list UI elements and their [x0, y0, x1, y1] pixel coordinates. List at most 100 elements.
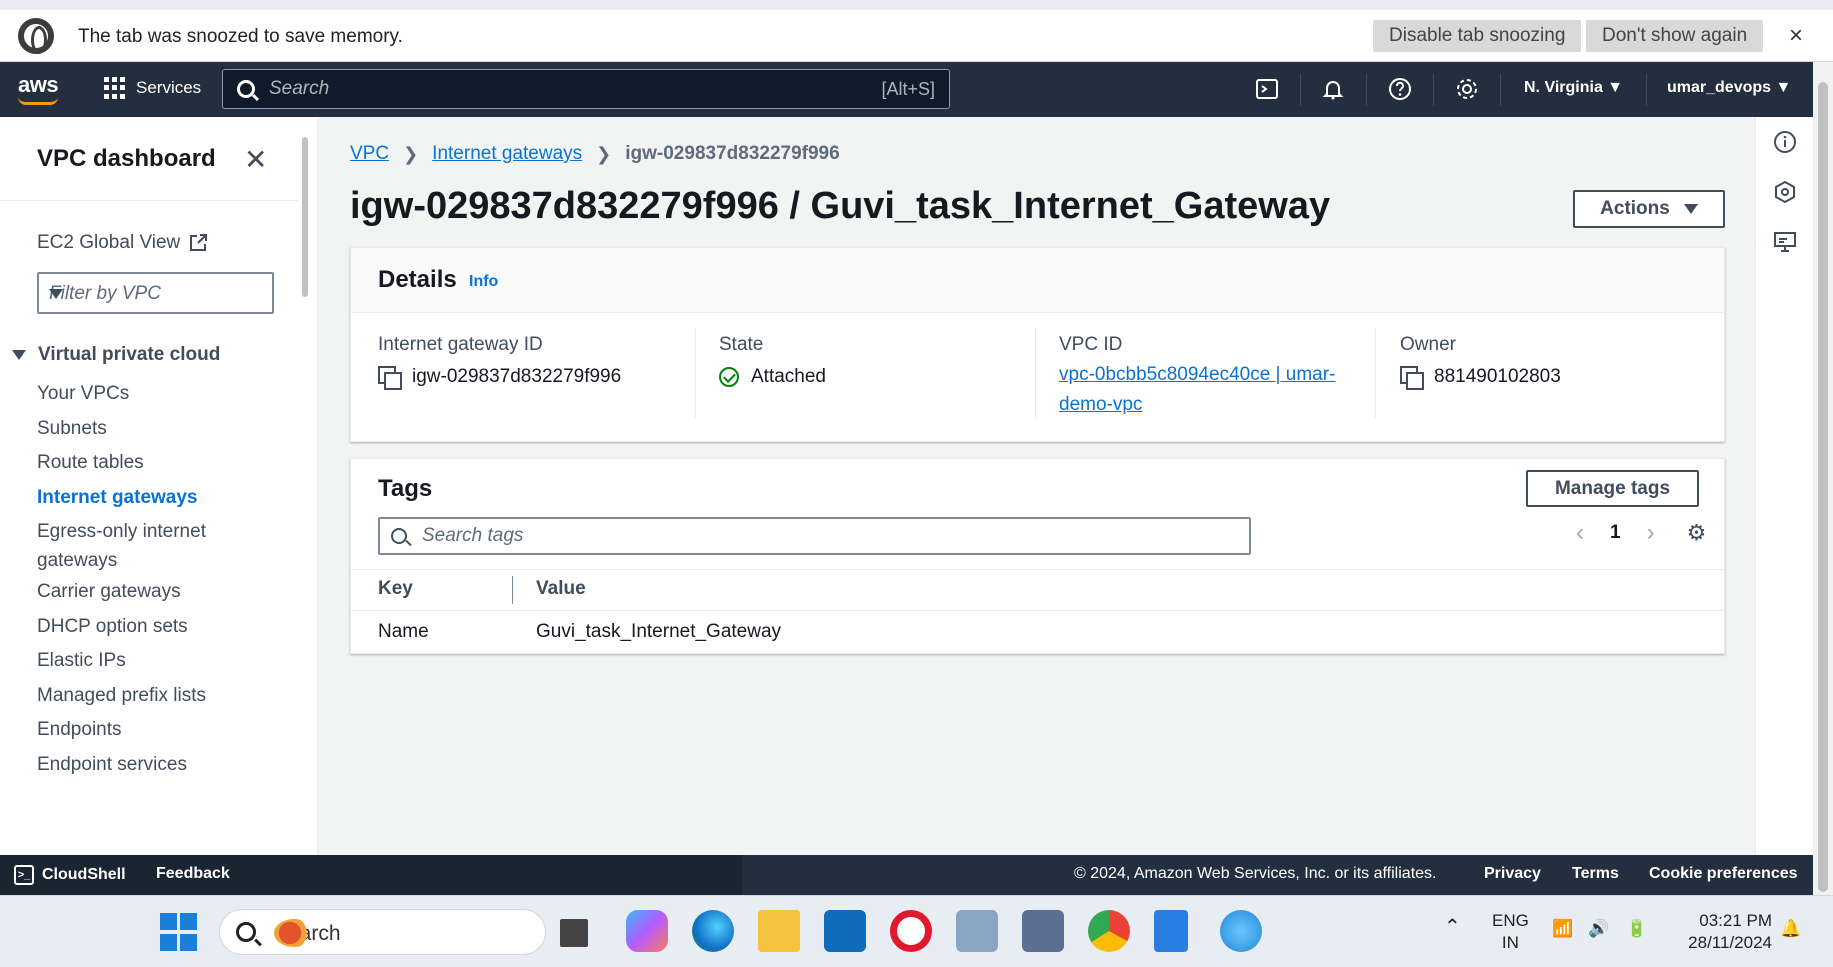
page-scrollbar[interactable] [1813, 62, 1833, 895]
security-lock-icon[interactable] [956, 910, 998, 952]
cloudshell-button[interactable]: >_ CloudShell [14, 865, 126, 885]
sidebar-item-endpoint-services[interactable]: Endpoint services [37, 750, 267, 779]
privacy-link[interactable]: Privacy [1484, 865, 1541, 883]
sidebar-item-dhcp-option-sets[interactable]: DHCP option sets [37, 612, 267, 641]
notepad-icon[interactable] [1154, 910, 1188, 952]
close-sidebar-icon[interactable]: ✕ [244, 143, 267, 176]
search-icon [237, 80, 255, 98]
info-link[interactable]: Info [469, 273, 498, 291]
sidebar-item-managed-prefix-lists[interactable]: Managed prefix lists [37, 681, 267, 710]
search-icon [391, 528, 407, 544]
filter-by-vpc-select[interactable]: Filter by VPC [37, 272, 274, 314]
help-icon[interactable] [1387, 77, 1413, 103]
vpc-id-link[interactable]: vpc-0bcbb5c8094ec40ce | umar-demo-vpc [1059, 360, 1349, 420]
terms-link[interactable]: Terms [1572, 865, 1619, 883]
volume-icon[interactable]: 🔊 [1588, 918, 1609, 940]
column-divider [695, 328, 696, 418]
opera-icon[interactable] [890, 910, 932, 952]
chevron-up-icon[interactable]: ⌃ [1444, 916, 1461, 938]
outlook-icon[interactable] [824, 910, 866, 952]
tag-search-input[interactable] [422, 525, 1222, 547]
task-view-icon[interactable] [560, 919, 588, 947]
tags-table-header: Key Value [351, 569, 1724, 611]
clock[interactable]: 03:21 PM 28/11/2024 [1674, 910, 1772, 954]
sidebar-item-carrier-gateways[interactable]: Carrier gateways [37, 577, 267, 606]
column-header-value[interactable]: Value [536, 578, 586, 600]
settings-icon[interactable] [1454, 77, 1480, 103]
clock-date: 28/11/2024 [1688, 933, 1772, 952]
services-menu-button[interactable]: Services [104, 77, 201, 99]
dont-show-again-button[interactable]: Don't show again [1586, 20, 1764, 52]
ec2-global-view-link[interactable]: EC2 Global View [37, 232, 208, 254]
disable-tab-snoozing-button[interactable]: Disable tab snoozing [1373, 20, 1582, 52]
copilot-icon[interactable] [626, 910, 668, 952]
copy-icon[interactable] [378, 366, 402, 390]
sidebar-item-your-vpcs[interactable]: Your VPCs [37, 379, 267, 408]
cookie-preferences-link[interactable]: Cookie preferences [1649, 865, 1798, 883]
column-header-key[interactable]: Key [378, 578, 413, 600]
ec2-global-view-label: EC2 Global View [37, 232, 181, 253]
chevron-right-icon[interactable]: › [1647, 519, 1655, 547]
igw-id-label: Internet gateway ID [378, 334, 543, 355]
edge-icon[interactable] [692, 910, 734, 952]
wifi-icon[interactable]: 📶 [1552, 918, 1573, 940]
section-virtual-private-cloud[interactable]: Virtual private cloud [12, 344, 220, 366]
opera-logo-icon [18, 18, 54, 54]
tag-key-cell: Name [378, 621, 429, 642]
sidebar-item-egress-only-internet-gateways[interactable]: Egress-only internet gateways [37, 517, 237, 575]
battery-icon[interactable]: 🔋 [1626, 918, 1647, 940]
keyboard-region: IN [1501, 933, 1519, 952]
copyright-text: © 2024, Amazon Web Services, Inc. or its… [1074, 865, 1437, 882]
snooze-message: The tab was snoozed to save memory. [78, 26, 403, 47]
external-link-icon [190, 234, 208, 251]
igw-id-value: igw-029837d832279f996 [412, 366, 622, 387]
account-menu[interactable]: umar_devops ▼ [1667, 79, 1791, 97]
grid-icon [104, 77, 126, 99]
actions-button[interactable]: Actions [1573, 190, 1725, 228]
chrome-icon[interactable] [1088, 910, 1130, 952]
presentation-icon[interactable] [1773, 230, 1797, 254]
sidebar-item-internet-gateways[interactable]: Internet gateways [37, 483, 267, 512]
sidebar-scrollbar[interactable] [300, 137, 310, 837]
aws-top-navigation: aws Services [Alt+S] N. Virginia ▼ umar_… [0, 62, 1813, 117]
info-panel-icon[interactable] [1773, 130, 1797, 154]
sidebar-item-subnets[interactable]: Subnets [37, 414, 267, 443]
vpc-id-field: VPC ID vpc-0bcbb5c8094ec40ce | umar-demo… [1059, 334, 1359, 420]
state-field: State Attached [719, 334, 1019, 388]
breadcrumb-internet-gateways-link[interactable]: Internet gateways [432, 143, 582, 165]
sidebar-item-endpoints[interactable]: Endpoints [37, 715, 267, 744]
aws-logo[interactable]: aws [18, 72, 59, 98]
notification-bell-icon[interactable]: 🔔 [1780, 918, 1801, 940]
sidebar-title[interactable]: VPC dashboard [37, 145, 216, 173]
table-settings-icon[interactable]: ⚙ [1687, 520, 1707, 546]
region-selector[interactable]: N. Virginia ▼ [1524, 79, 1623, 97]
network-app-icon[interactable] [1022, 910, 1064, 952]
global-search-box[interactable]: [Alt+S] [222, 69, 950, 109]
sidebar-item-route-tables[interactable]: Route tables [37, 448, 267, 477]
nav-divider [1433, 74, 1434, 106]
nav-divider [1646, 74, 1647, 106]
chevron-left-icon[interactable]: ‹ [1576, 519, 1584, 547]
file-explorer-icon[interactable] [758, 910, 800, 952]
breadcrumb-vpc-link[interactable]: VPC [350, 143, 389, 165]
main-content: VPC ❯ Internet gateways ❯ igw-029837d832… [318, 117, 1755, 855]
hexagon-icon[interactable] [1773, 180, 1797, 204]
windows-start-icon[interactable] [160, 913, 198, 951]
manage-tags-button[interactable]: Manage tags [1526, 470, 1699, 507]
copy-icon[interactable] [1400, 366, 1424, 390]
state-label: State [719, 334, 764, 355]
page-number[interactable]: 1 [1610, 522, 1621, 544]
cloudshell-icon[interactable] [1254, 77, 1280, 103]
paint-icon[interactable] [1220, 910, 1262, 952]
tag-search-box[interactable] [378, 517, 1251, 555]
bell-icon[interactable] [1320, 77, 1346, 103]
close-icon[interactable]: × [1789, 22, 1803, 50]
windows-taskbar: Search ⌃ ENG IN 📶 🔊 🔋 03:21 PM 28/11/202… [0, 895, 1833, 967]
global-search-input[interactable] [269, 78, 869, 100]
details-header: Details Info [351, 248, 1724, 313]
taskbar-search[interactable]: Search [219, 909, 546, 955]
language-indicator[interactable]: ENG IN [1492, 910, 1529, 954]
sidebar-item-elastic-ips[interactable]: Elastic IPs [37, 646, 267, 675]
feedback-button[interactable]: Feedback [156, 865, 230, 883]
column-resize-handle[interactable] [512, 576, 513, 604]
